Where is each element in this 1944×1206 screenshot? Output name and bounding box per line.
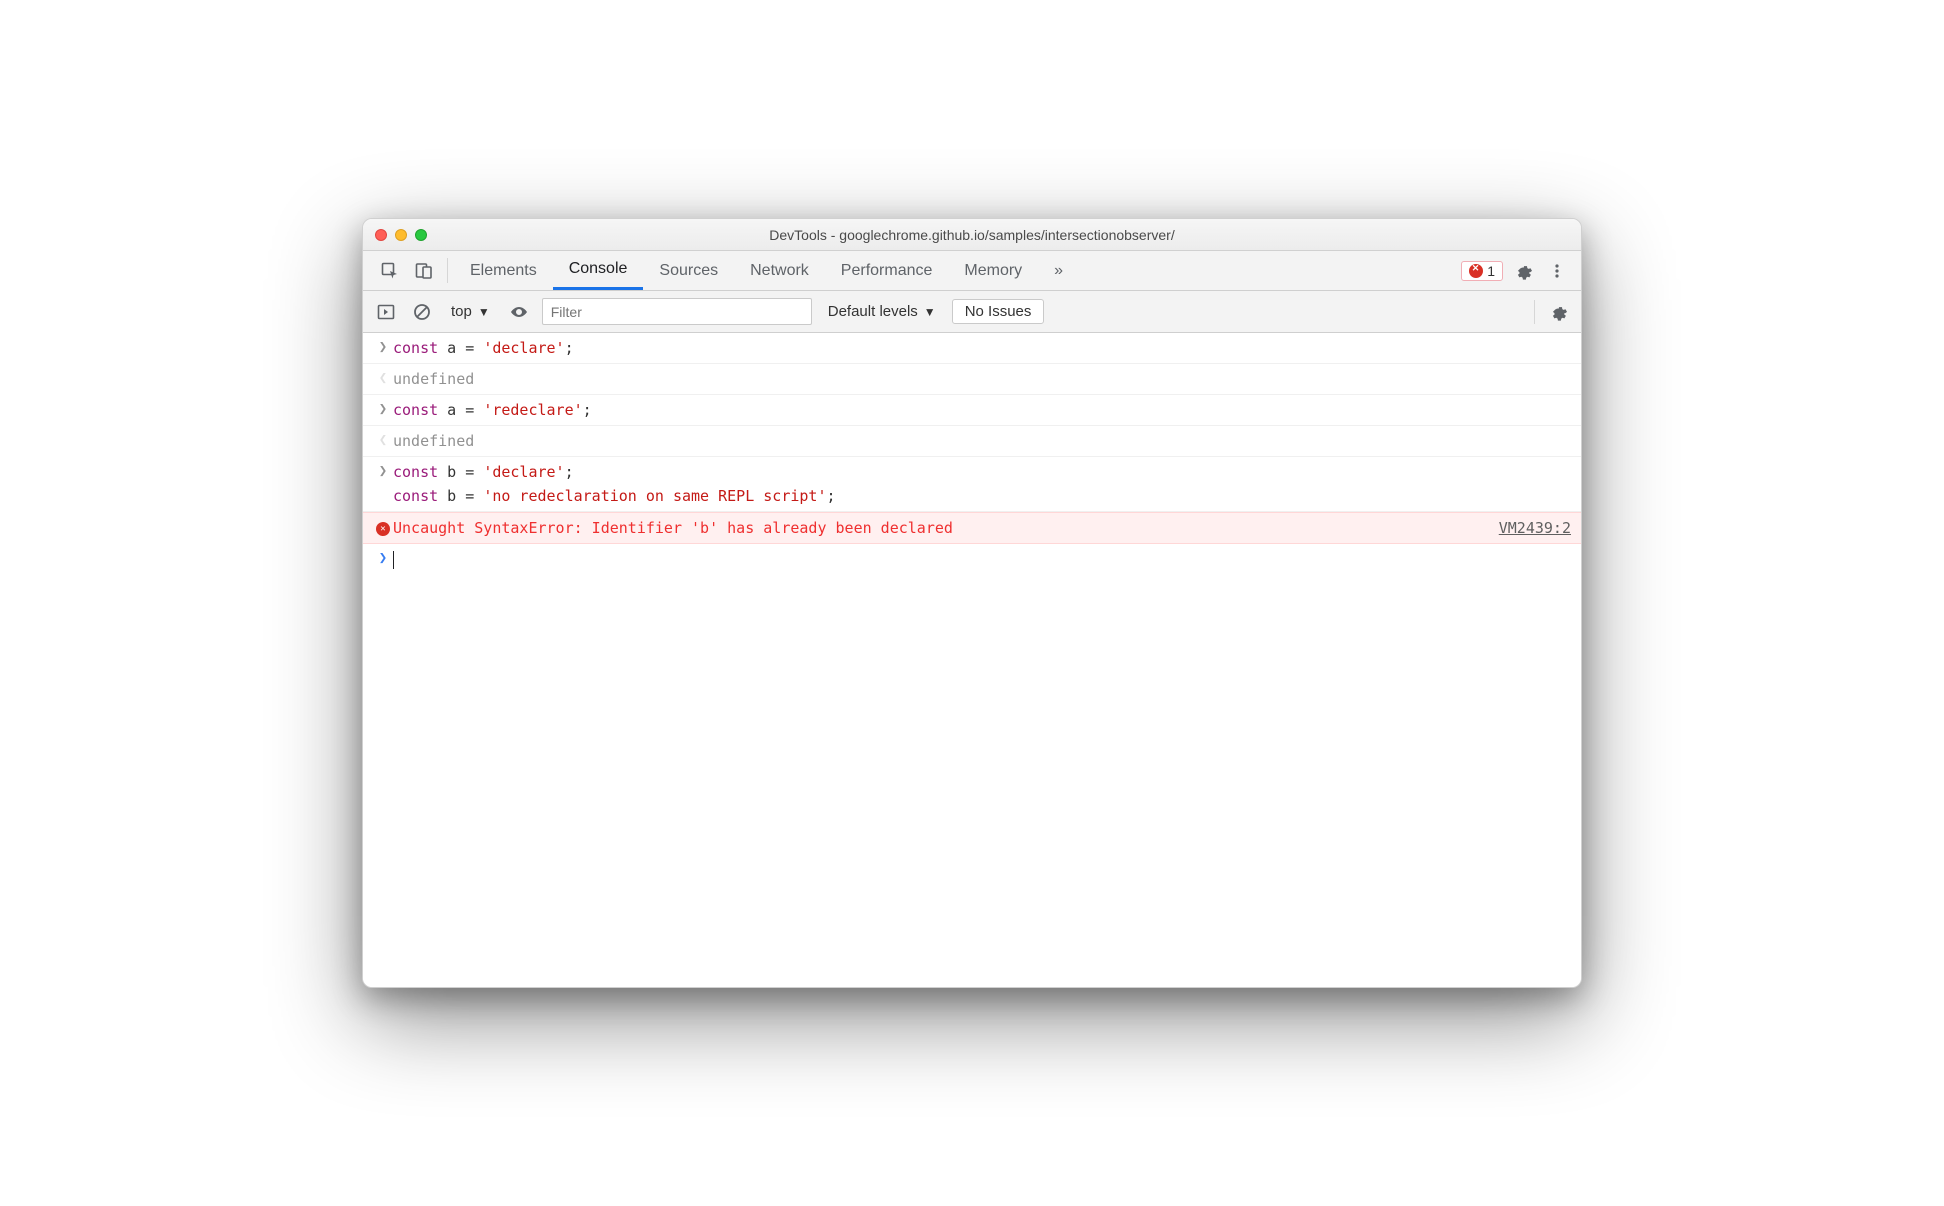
error-source-link[interactable]: VM2439:2 — [1489, 516, 1571, 540]
clear-console-button[interactable] — [409, 299, 435, 325]
more-tabs-button[interactable]: » — [1038, 251, 1079, 290]
console-error-row: ✕Uncaught SyntaxError: Identifier 'b' ha… — [363, 512, 1581, 544]
error-count: 1 — [1487, 263, 1495, 279]
error-icon — [1469, 264, 1483, 278]
issues-label: No Issues — [965, 303, 1032, 320]
tab-label: Console — [569, 260, 628, 278]
issues-button[interactable]: No Issues — [952, 299, 1045, 324]
tab-performance[interactable]: Performance — [825, 251, 949, 290]
minimize-button[interactable] — [395, 229, 407, 241]
titlebar: DevTools - googlechrome.github.io/sample… — [363, 219, 1581, 251]
separator — [1534, 300, 1535, 324]
console-result-row: ❮undefined — [363, 426, 1581, 457]
prompt-chevron-icon: ❯ — [373, 547, 393, 569]
console-input-row: ❯const b = 'declare'; const b = 'no rede… — [363, 457, 1581, 512]
live-expression-button[interactable] — [506, 299, 532, 325]
console-settings-button[interactable] — [1545, 299, 1571, 325]
log-levels-selector[interactable]: Default levels ▼ — [822, 303, 942, 320]
eye-icon — [509, 302, 529, 322]
devtools-window: DevTools - googlechrome.github.io/sample… — [362, 218, 1582, 988]
tab-label: Elements — [470, 262, 537, 280]
console-prompt-row: ❯ — [363, 544, 1581, 574]
levels-label: Default levels — [828, 303, 918, 320]
more-menu-button[interactable] — [1543, 251, 1571, 290]
input-chevron-icon: ❯ — [373, 460, 393, 482]
input-chevron-icon: ❯ — [373, 336, 393, 358]
console-result-value: undefined — [393, 367, 1571, 391]
tab-network[interactable]: Network — [734, 251, 825, 290]
tab-label: Network — [750, 262, 809, 280]
device-toolbar-icon[interactable] — [407, 251, 441, 290]
panel-tabs: Elements Console Sources Network Performance… — [363, 251, 1581, 291]
console-error-message: Uncaught SyntaxError: Identifier 'b' has… — [393, 516, 1489, 540]
gear-icon — [1548, 302, 1568, 322]
console-result-value: undefined — [393, 429, 1571, 453]
console-input-code: const a = 'redeclare'; — [393, 398, 1571, 422]
execution-context-selector[interactable]: top ▼ — [445, 303, 496, 320]
console-input-code: const a = 'declare'; — [393, 336, 1571, 360]
tab-sources[interactable]: Sources — [643, 251, 734, 290]
maximize-button[interactable] — [415, 229, 427, 241]
input-chevron-icon: ❯ — [373, 398, 393, 420]
chevron-down-icon: ▼ — [478, 305, 490, 319]
console-toolbar: top ▼ Default levels ▼ No Issues — [363, 291, 1581, 333]
tab-console[interactable]: Console — [553, 251, 644, 290]
tab-label: Performance — [841, 262, 933, 280]
close-button[interactable] — [375, 229, 387, 241]
tab-elements[interactable]: Elements — [454, 251, 553, 290]
console-input-row: ❯const a = 'redeclare'; — [363, 395, 1581, 426]
console-output[interactable]: ❯const a = 'declare';❮undefined❯const a … — [363, 333, 1581, 987]
gear-icon — [1513, 261, 1533, 281]
tab-label: Sources — [659, 262, 718, 280]
tab-label: Memory — [964, 262, 1022, 280]
settings-button[interactable] — [1503, 251, 1543, 290]
traffic-lights — [375, 229, 427, 241]
error-count-badge[interactable]: 1 — [1461, 261, 1503, 281]
filter-input[interactable] — [542, 298, 812, 325]
tab-memory[interactable]: Memory — [948, 251, 1038, 290]
console-prompt-input[interactable] — [393, 547, 1571, 571]
error-icon: ✕ — [373, 516, 393, 538]
clear-icon — [413, 303, 431, 321]
result-chevron-icon: ❮ — [373, 429, 393, 451]
more-tabs-glyph: » — [1054, 262, 1063, 280]
context-label: top — [451, 303, 472, 320]
console-input-row: ❯const a = 'declare'; — [363, 333, 1581, 364]
kebab-icon — [1549, 263, 1565, 279]
inspect-element-icon[interactable] — [373, 251, 407, 290]
sidebar-icon — [377, 303, 395, 321]
console-input-code: const b = 'declare'; const b = 'no redec… — [393, 460, 1571, 508]
console-result-row: ❮undefined — [363, 364, 1581, 395]
separator — [447, 258, 448, 283]
window-title: DevTools - googlechrome.github.io/sample… — [375, 227, 1569, 243]
toggle-sidebar-button[interactable] — [373, 299, 399, 325]
chevron-down-icon: ▼ — [924, 305, 936, 319]
result-chevron-icon: ❮ — [373, 367, 393, 389]
